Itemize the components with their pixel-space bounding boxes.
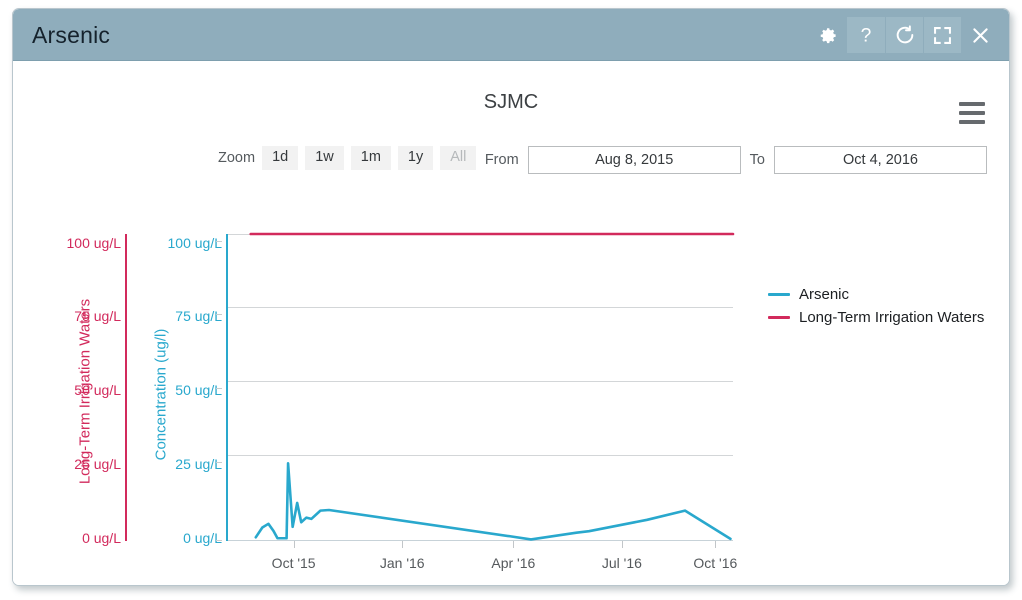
from-date-input[interactable] [527, 146, 741, 174]
legend-swatch-icon [768, 316, 790, 319]
x-tick-label: Apr '16 [491, 555, 536, 571]
hamburger-bar [959, 102, 985, 106]
help-icon[interactable]: ? [847, 17, 885, 53]
series-plot [228, 234, 733, 541]
refresh-icon[interactable] [885, 17, 923, 53]
secondary-y-axis-ticks: 100 ug/L 75 ug/L 50 ug/L 25 ug/L 0 ug/L [13, 61, 122, 585]
x-tick-mark [513, 541, 515, 548]
legend-swatch-icon [768, 293, 790, 296]
zoom-button-1m[interactable]: 1m [350, 146, 391, 170]
date-range-group: From To [485, 146, 987, 174]
zoom-button-1y[interactable]: 1y [397, 146, 434, 170]
to-label: To [749, 152, 765, 168]
zoom-button-1d[interactable]: 1d [262, 146, 299, 170]
chart-legend: Arsenic Long-Term Irrigation Waters [768, 283, 984, 329]
series-line-arsenic [256, 463, 731, 539]
plot-area[interactable]: Oct '15 Jan '16 Apr '16 Jul '16 Oct '16 [228, 234, 737, 571]
zoom-button-1w[interactable]: 1w [305, 146, 344, 170]
primary-y-axis-ticks: 100 ug/L 75 ug/L 50 ug/L 25 ug/L 0 ug/L [133, 61, 223, 585]
zoom-button-group: Zoom 1d 1w 1m 1y All [218, 146, 477, 170]
primary-y-tick: 75 ug/L [175, 308, 222, 324]
fullscreen-icon[interactable] [923, 17, 961, 53]
window-tool-buttons: ? [809, 17, 999, 53]
x-tick-label: Jul '16 [601, 555, 642, 571]
chart-panel: SJMC Zoom 1d 1w 1m 1y All From To [13, 61, 1009, 585]
chart-menu-icon[interactable] [959, 102, 985, 124]
x-tick-mark [621, 541, 623, 548]
primary-y-tick: 25 ug/L [175, 456, 222, 472]
secondary-y-tick: 25 ug/L [74, 456, 121, 472]
zoom-button-all: All [440, 146, 477, 170]
legend-label: Long-Term Irrigation Waters [799, 309, 985, 326]
legend-item-long-term-irrigation-waters[interactable]: Long-Term Irrigation Waters [768, 306, 984, 329]
primary-y-tick: 0 ug/L [183, 530, 222, 546]
secondary-y-tick: 0 ug/L [82, 530, 121, 546]
close-icon[interactable] [961, 17, 999, 53]
primary-y-tick: 50 ug/L [175, 382, 222, 398]
zoom-label: Zoom [218, 149, 256, 166]
secondary-y-tick: 100 ug/L [66, 235, 122, 251]
x-tick-label: Oct '16 [693, 555, 738, 571]
x-tick-label: Oct '15 [271, 555, 316, 571]
from-label: From [484, 152, 519, 168]
window-titlebar: Arsenic ? [13, 9, 1009, 61]
to-date-input[interactable] [774, 146, 987, 174]
secondary-y-tick: 50 ug/L [74, 382, 121, 398]
settings-icon[interactable] [809, 17, 847, 53]
x-tick-mark [293, 541, 295, 548]
x-tick-mark [715, 541, 717, 548]
legend-label: Arsenic [799, 286, 850, 303]
window-title: Arsenic [32, 22, 111, 48]
hamburger-bar [959, 120, 985, 124]
plot-stage: Long-Term Irrigation Waters 100 ug/L 75 … [13, 61, 1009, 585]
x-tick-mark [402, 541, 404, 548]
arsenic-window: Arsenic ? SJMC Zoom 1d 1w 1m 1y All From… [12, 8, 1010, 586]
primary-y-tick: 100 ug/L [167, 235, 223, 251]
hamburger-bar [959, 111, 985, 115]
legend-item-arsenic[interactable]: Arsenic [768, 283, 984, 306]
x-tick-label: Jan '16 [379, 555, 425, 571]
secondary-y-tick: 75 ug/L [74, 308, 121, 324]
svg-text:?: ? [861, 25, 872, 46]
secondary-y-axis-line [125, 234, 127, 541]
